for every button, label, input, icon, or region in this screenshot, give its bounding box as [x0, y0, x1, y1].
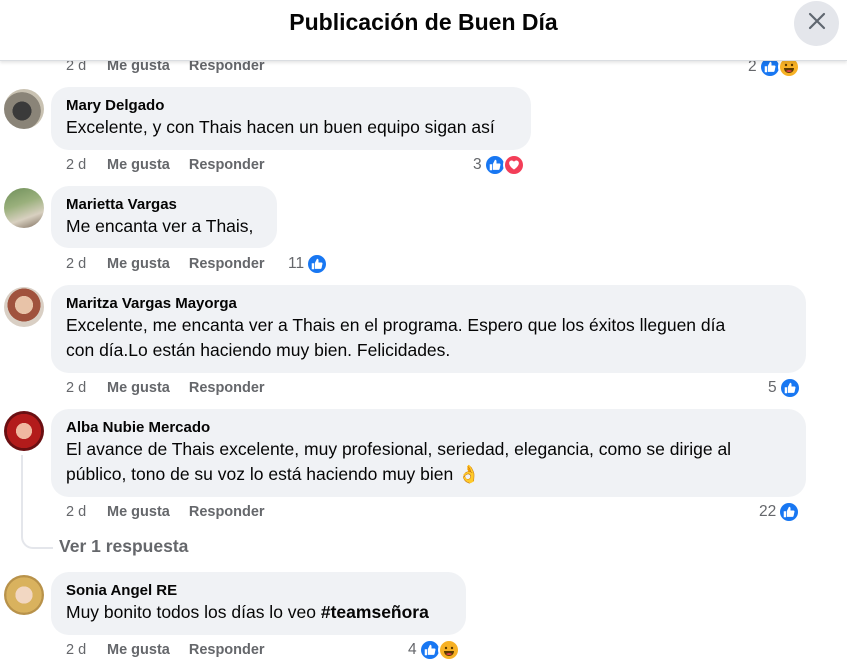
reaction-summary[interactable]: 22: [759, 500, 801, 524]
like-link[interactable]: Me gusta: [107, 504, 170, 520]
reply-link[interactable]: Responder: [189, 256, 265, 272]
comment-actions-row: 2 d Me gusta Responder: [66, 502, 284, 522]
like-reaction-icon: [306, 253, 329, 275]
comment-actions-row: 2 d Me gusta Responder: [66, 254, 284, 274]
reaction-count: 3: [473, 156, 482, 173]
comment-actions-row: 2 d Me gusta Responder: [66, 378, 284, 398]
reaction-count: 22: [759, 503, 777, 520]
commenter-name[interactable]: Maritza Vargas Mayorga: [66, 294, 791, 313]
reaction-summary[interactable]: 4: [408, 638, 460, 662]
comment-time[interactable]: 2 d: [66, 256, 107, 272]
avatar[interactable]: [4, 89, 44, 129]
close-icon: [807, 11, 827, 36]
dialog-header: Publicación de Buen Día: [0, 0, 847, 61]
commenter-name[interactable]: Alba Nubie Mercado: [66, 418, 791, 437]
comment-bubble: Marietta Vargas Me encanta ver a Thais,: [51, 186, 277, 248]
comment-text-line-2-wrap: público, tono de su voz lo está haciendo…: [66, 462, 791, 487]
reaction-summary[interactable]: 11: [288, 252, 329, 276]
reaction-count: 4: [408, 641, 417, 658]
avatar[interactable]: [4, 287, 44, 327]
comment-bubble: Sonia Angel RE Muy bonito todos los días…: [51, 572, 466, 635]
comment-text-wrap: Muy bonito todos los días lo veo #teamse…: [66, 600, 451, 625]
comments-list: 2 d Me gusta Responder 2 Mary Delgado Ex…: [0, 0, 847, 672]
comment-text-line-1: Excelente, me encanta ver a Thais en el …: [66, 315, 726, 335]
like-link[interactable]: Me gusta: [107, 380, 170, 396]
ok-hand-emoji: 👌: [458, 464, 480, 484]
haha-reaction-icon: [437, 639, 460, 661]
comment-text-line-1: El avance de Thais excelente, muy profes…: [66, 439, 732, 459]
reaction-count: 5: [768, 379, 777, 396]
dialog-title: Publicación de Buen Día: [289, 9, 558, 35]
comment-bubble: Maritza Vargas Mayorga Excelente, me enc…: [51, 285, 806, 373]
comment-actions-row: 2 d Me gusta Responder: [66, 155, 284, 175]
reply-link[interactable]: Responder: [189, 642, 265, 658]
avatar[interactable]: [4, 411, 44, 451]
reply-link[interactable]: Responder: [189, 157, 265, 173]
commenter-name[interactable]: Sonia Angel RE: [66, 581, 451, 600]
reply-thread-line: [21, 455, 53, 549]
like-reaction-icon: [778, 501, 801, 523]
reaction-count: 11: [288, 255, 305, 272]
reply-link[interactable]: Responder: [189, 504, 265, 520]
like-link[interactable]: Me gusta: [107, 642, 170, 658]
commenter-name[interactable]: Mary Delgado: [66, 96, 516, 115]
reaction-summary[interactable]: 5: [768, 376, 801, 400]
comment-text-line-2: con día.Lo están haciendo muy bien. Feli…: [66, 340, 451, 360]
avatar[interactable]: [4, 575, 44, 615]
comment-text-line-2: público, tono de su voz lo está haciendo…: [66, 464, 454, 484]
reaction-summary[interactable]: 3: [473, 153, 525, 177]
close-button[interactable]: [794, 1, 839, 46]
commenter-name[interactable]: Marietta Vargas: [66, 195, 262, 214]
avatar[interactable]: [4, 188, 44, 228]
comment-time[interactable]: 2 d: [66, 504, 107, 520]
like-link[interactable]: Me gusta: [107, 256, 170, 272]
reply-link[interactable]: Responder: [189, 380, 265, 396]
like-reaction-icon: [778, 377, 801, 399]
love-reaction-icon: [502, 154, 525, 176]
comment-text: Me encanta ver a Thais,: [66, 216, 254, 236]
comment-bubble: Mary Delgado Excelente, y con Thais hace…: [51, 87, 531, 150]
comment-text: Muy bonito todos los días lo veo: [66, 602, 321, 622]
comment-time[interactable]: 2 d: [66, 642, 107, 658]
comment-bubble: Alba Nubie Mercado El avance de Thais ex…: [51, 409, 806, 497]
comment-actions-row: 2 d Me gusta Responder: [66, 640, 284, 660]
comment-time[interactable]: 2 d: [66, 157, 107, 173]
view-replies-link[interactable]: Ver 1 respuesta: [59, 536, 188, 557]
like-link[interactable]: Me gusta: [107, 157, 170, 173]
comment-time[interactable]: 2 d: [66, 380, 107, 396]
comment-text: Excelente, y con Thais hacen un buen equ…: [66, 117, 495, 137]
hashtag-link[interactable]: #teamseñora: [321, 602, 429, 622]
